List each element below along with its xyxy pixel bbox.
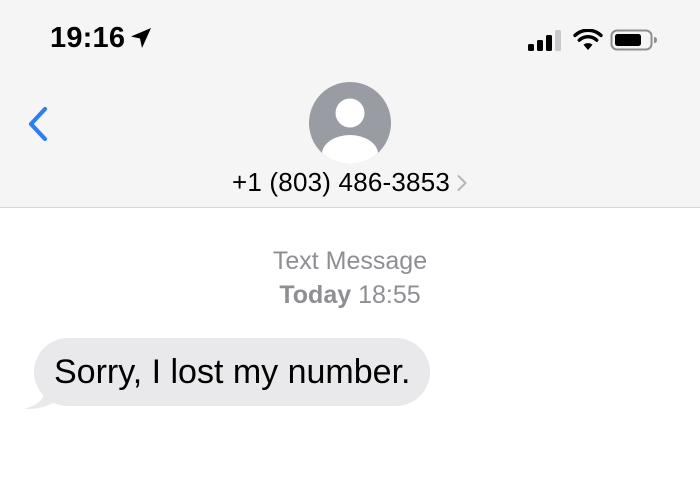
timestamp-day: Today: [279, 281, 352, 309]
timestamp: Today 18:55: [0, 278, 700, 312]
contact-number: +1 (803) 486-3853: [231, 166, 451, 197]
service-label: Text Message: [272, 247, 428, 275]
back-button[interactable]: [22, 104, 56, 144]
wifi-icon: [573, 29, 603, 50]
location-arrow-icon: [131, 28, 151, 48]
cellular-signal-icon: [528, 30, 561, 51]
message-row: Sorry, I lost my number.: [22, 338, 431, 410]
battery-icon: [610, 29, 657, 51]
timestamp-time: 18:55: [358, 281, 421, 309]
contact-avatar[interactable]: [309, 82, 391, 164]
messages-screen: 19:16 +1 (803) 486-3853 Text Message Tod…: [0, 0, 700, 496]
conversation-header: 19:16 +1 (803) 486-3853: [0, 0, 700, 208]
incoming-message-bubble[interactable]: Sorry, I lost my number.: [34, 338, 431, 406]
contact-details-link[interactable]: +1 (803) 486-3853: [0, 164, 700, 200]
chevron-right-icon: [457, 175, 467, 191]
conversation-meta: Text Message Today 18:55: [0, 244, 700, 312]
status-time: 19:16: [50, 22, 126, 54]
